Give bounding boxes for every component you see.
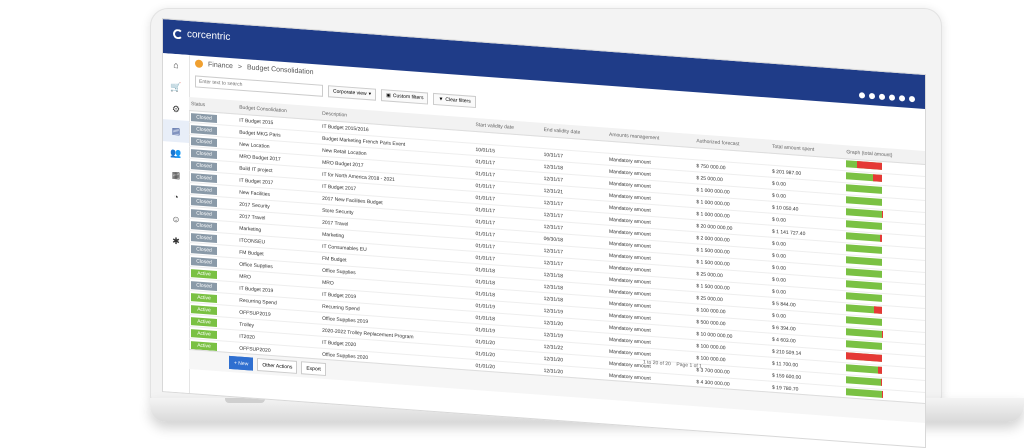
progress-bar [846,160,882,170]
cart-icon[interactable]: 🛒 [163,75,189,99]
box-icon[interactable]: ▦ [163,163,189,187]
progress-bar [846,364,882,374]
progress-bar [846,292,882,302]
status-badge: Active [191,269,217,279]
top-icons [859,92,915,102]
progress-fill [857,161,882,170]
progress-bar [846,352,882,362]
status-badge: Active [191,329,217,339]
progress-fill [881,379,882,386]
refresh-icon[interactable] [879,94,885,100]
status-badge: Closed [191,161,217,171]
status-badge: Active [191,317,217,327]
progress-bar [846,376,882,386]
progress-bar [846,340,882,350]
status-badge: Closed [191,233,217,243]
progress-bar [846,184,882,194]
clear-filters-button[interactable]: ▼Clear filters [433,93,475,108]
new-button[interactable]: + New [229,356,253,371]
chat-icon[interactable] [859,92,865,98]
group-icon[interactable]: ☺ [163,207,189,231]
progress-bar [846,244,882,254]
app-screen: corcentric ⌂ 🛒 ⚙ ▤ 👥 ▦ ◔ ☺ ✱ Finance > B… [162,18,926,448]
progress-bar [846,268,882,278]
status-badge: Closed [191,113,217,123]
progress-fill [878,367,882,374]
avatar[interactable] [195,59,203,68]
status-badge: Closed [191,197,217,207]
settings-icon[interactable]: ✱ [163,229,189,253]
progress-bar [846,172,882,182]
clear-filters-label: Clear filters [445,97,470,105]
progress-bar [846,328,882,338]
logo-icon [173,28,183,39]
status-badge: Closed [191,221,217,231]
progress-bar [846,256,882,266]
sidebar: ⌂ 🛒 ⚙ ▤ 👥 ▦ ◔ ☺ ✱ [163,53,190,393]
users-icon[interactable]: 👥 [163,141,189,165]
gear-icon[interactable]: ⚙ [163,97,189,121]
logo-text: corcentric [187,29,230,43]
custom-filters-button[interactable]: ▣Custom filters [381,89,428,104]
view-label: Corporate view [333,89,367,97]
other-actions-button[interactable]: Other Actions [257,358,297,374]
progress-fill [846,352,882,362]
progress-bar [846,232,882,242]
mail-icon[interactable] [869,93,875,99]
status-badge: Closed [191,281,217,291]
chart-icon[interactable]: ▤ [163,119,189,143]
status-badge: Closed [191,185,217,195]
settings-icon[interactable] [899,95,905,101]
status-badge: Closed [191,245,217,255]
status-badge: Active [191,293,217,303]
status-badge: Closed [191,209,217,219]
progress-bar [846,304,882,314]
progress-bar [846,388,882,398]
status-badge: Closed [191,149,217,159]
status-badge: Closed [191,173,217,183]
home-icon[interactable]: ⌂ [163,53,189,77]
funnel-icon: ▼ [438,96,443,102]
progress-bar [846,208,882,218]
breadcrumb-separator: > [238,63,242,70]
progress-bar [846,280,882,290]
progress-bar [846,316,882,326]
logo[interactable]: corcentric [173,28,230,43]
star-icon[interactable] [889,94,895,100]
status-badge: Closed [191,137,217,147]
progress-bar [846,196,882,206]
view-select[interactable]: Corporate view▾ [328,85,376,101]
progress-bar [846,220,882,230]
dashboard-icon[interactable]: ◔ [163,185,189,209]
export-button[interactable]: Export [301,361,325,376]
help-icon[interactable] [909,96,915,102]
chevron-down-icon: ▾ [369,91,372,97]
search-input[interactable] [195,75,323,96]
status-badge: Active [191,305,217,315]
status-badge: Closed [191,257,217,267]
progress-fill [873,174,883,182]
page-title: Budget Consolidation [247,64,314,76]
progress-fill [880,235,882,242]
breadcrumb-section[interactable]: Finance [208,61,233,70]
custom-filters-label: Custom filters [393,93,424,101]
progress-fill [874,306,882,314]
filter-icon: ▣ [386,92,391,98]
status-badge: Closed [191,125,217,135]
